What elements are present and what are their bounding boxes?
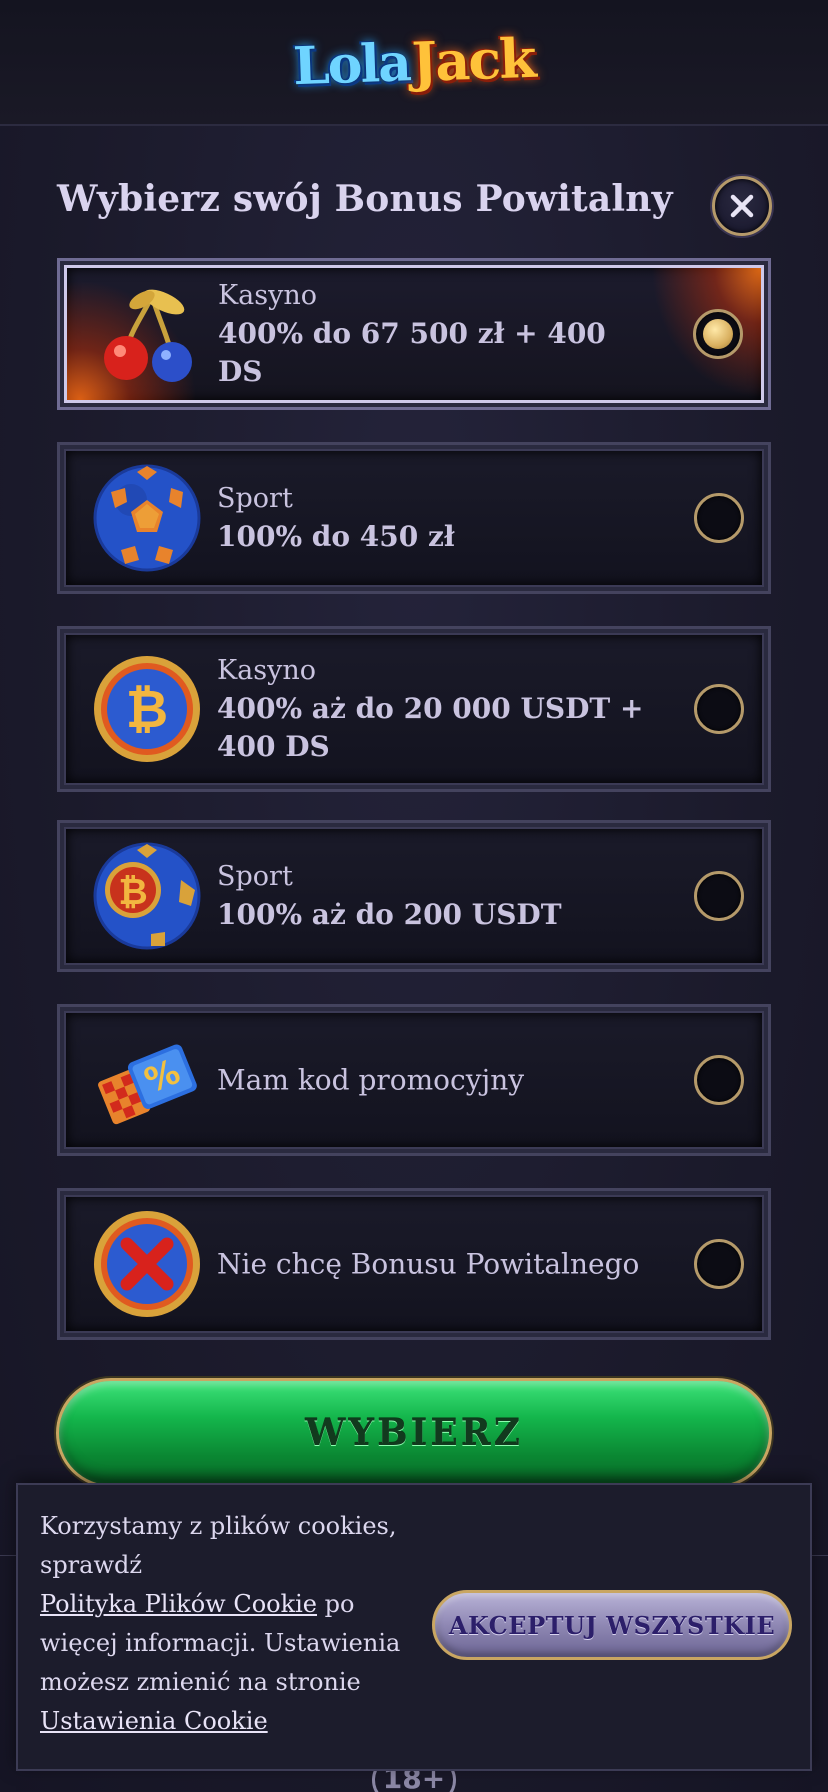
option-amount: 100% aż do 200 USDT	[217, 898, 562, 931]
bonus-option-sport-usdt[interactable]: ₿ Sport 100% aż do 200 USDT	[57, 820, 771, 972]
dialog-title: Wybierz swój Bonus Powitalny	[57, 178, 673, 220]
choose-button-label: WYBIERZ	[304, 1412, 524, 1454]
option-amount: 400% do 67 500 zł + 400 DS	[218, 317, 606, 388]
close-icon	[730, 194, 754, 218]
football-icon	[91, 462, 203, 574]
choose-bonus-button[interactable]: WYBIERZ	[56, 1378, 772, 1488]
option-amount: 400% aż do 20 000 USDT + 400 DS	[217, 692, 644, 763]
accept-all-cookies-button[interactable]: AKCEPTUJ WSZYSTKIE	[432, 1590, 792, 1660]
option-radio[interactable]	[694, 1239, 744, 1289]
bonus-option-promo-code[interactable]: % Mam kod promocyjny	[57, 1004, 771, 1156]
promo-ticket-icon: %	[91, 1024, 203, 1136]
option-text: Kasyno 400% aż do 20 000 USDT + 400 DS	[217, 652, 657, 766]
cookie-settings-link[interactable]: Ustawienia Cookie	[40, 1707, 268, 1735]
bitcoin-coin-icon: ₿	[91, 653, 203, 765]
option-text: Mam kod promocyjny	[217, 1064, 657, 1097]
option-amount: 100% do 450 zł	[217, 520, 455, 553]
option-radio[interactable]	[694, 493, 744, 543]
logo-text-lola: Lola	[292, 31, 411, 97]
cookie-banner: Korzystamy z plików cookies, sprawdź Pol…	[16, 1483, 812, 1771]
lolajack-logo[interactable]: Lola Jack	[292, 26, 536, 98]
bonus-option-no-bonus[interactable]: Nie chcę Bonusu Powitalnego	[57, 1188, 771, 1340]
svg-text:₿: ₿	[126, 680, 168, 740]
cookie-text-intro: Korzystamy z plików cookies, sprawdź	[40, 1512, 397, 1579]
svg-text:₿: ₿	[118, 872, 147, 913]
cookie-policy-link[interactable]: Polityka Plików Cookie	[40, 1590, 317, 1618]
option-category: Kasyno	[218, 280, 318, 311]
option-radio[interactable]	[693, 309, 743, 359]
option-label: Mam kod promocyjny	[217, 1063, 525, 1097]
option-radio[interactable]	[694, 684, 744, 734]
option-text: Sport 100% do 450 zł	[217, 480, 657, 556]
bonus-option-casino-usdt[interactable]: ₿ Kasyno 400% aż do 20 000 USDT + 400 DS	[57, 626, 771, 792]
cherries-icon	[92, 278, 204, 390]
option-text: Sport 100% aż do 200 USDT	[217, 858, 657, 934]
site-header: Lola Jack	[0, 0, 828, 126]
option-category: Sport	[217, 483, 293, 514]
option-text: Kasyno 400% do 67 500 zł + 400 DS	[218, 277, 658, 391]
bitcoin-football-icon: ₿	[91, 840, 203, 952]
option-label: Nie chcę Bonusu Powitalnego	[217, 1247, 640, 1281]
accept-button-label: AKCEPTUJ WSZYSTKIE	[448, 1610, 776, 1640]
option-category: Kasyno	[217, 655, 317, 686]
bonus-option-casino-pln[interactable]: Kasyno 400% do 67 500 zł + 400 DS	[57, 258, 771, 410]
close-button[interactable]	[712, 176, 772, 236]
option-radio[interactable]	[694, 1055, 744, 1105]
option-text: Nie chcę Bonusu Powitalnego	[217, 1248, 657, 1281]
option-radio[interactable]	[694, 871, 744, 921]
no-bonus-coin-icon	[91, 1208, 203, 1320]
cookie-text: Korzystamy z plików cookies, sprawdź Pol…	[40, 1507, 420, 1741]
logo-text-jack: Jack	[410, 25, 536, 95]
bonus-option-sport-pln[interactable]: Sport 100% do 450 zł	[57, 442, 771, 594]
option-category: Sport	[217, 861, 293, 892]
